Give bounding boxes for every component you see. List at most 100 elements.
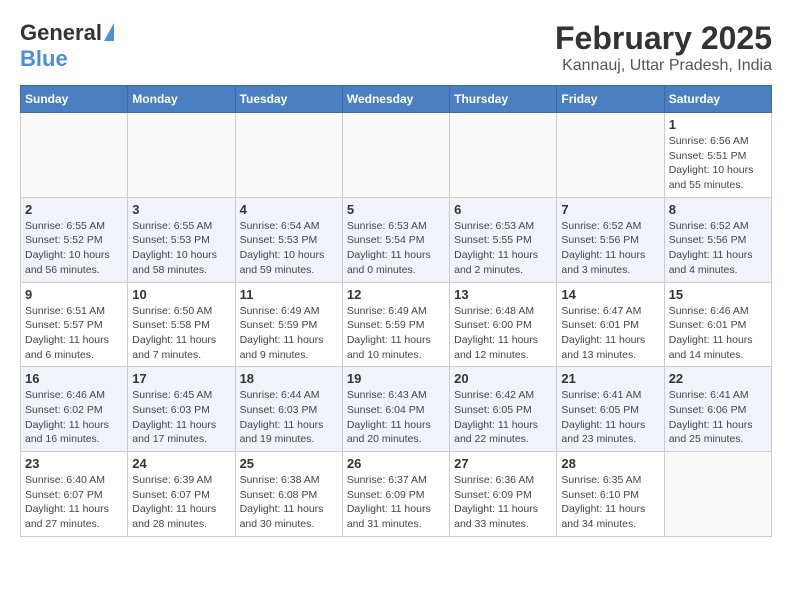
calendar-cell: 21 Sunrise: 6:41 AM Sunset: 6:05 PM Dayli… [557, 367, 664, 452]
day-info: Sunrise: 6:37 AM Sunset: 6:09 PM Dayligh… [347, 473, 445, 532]
day-number: 9 [25, 287, 123, 302]
day-of-week-sunday: Sunday [21, 86, 128, 113]
day-info: Sunrise: 6:46 AM Sunset: 6:01 PM Dayligh… [669, 304, 767, 363]
day-info: Sunrise: 6:54 AM Sunset: 5:53 PM Dayligh… [240, 219, 338, 278]
day-number: 2 [25, 202, 123, 217]
day-number: 7 [561, 202, 659, 217]
calendar-cell: 6 Sunrise: 6:53 AM Sunset: 5:55 PM Daylig… [450, 197, 557, 282]
calendar-week-row: 2 Sunrise: 6:55 AM Sunset: 5:52 PM Daylig… [21, 197, 772, 282]
calendar-cell: 8 Sunrise: 6:52 AM Sunset: 5:56 PM Daylig… [664, 197, 771, 282]
day-info: Sunrise: 6:55 AM Sunset: 5:53 PM Dayligh… [132, 219, 230, 278]
day-of-week-monday: Monday [128, 86, 235, 113]
title-area: February 2025 Kannauj, Uttar Pradesh, In… [555, 20, 772, 75]
calendar-cell: 20 Sunrise: 6:42 AM Sunset: 6:05 PM Dayli… [450, 367, 557, 452]
calendar-header-row: SundayMondayTuesdayWednesdayThursdayFrid… [21, 86, 772, 113]
day-number: 17 [132, 371, 230, 386]
day-number: 25 [240, 456, 338, 471]
day-info: Sunrise: 6:46 AM Sunset: 6:02 PM Dayligh… [25, 388, 123, 447]
day-of-week-wednesday: Wednesday [342, 86, 449, 113]
calendar-cell: 9 Sunrise: 6:51 AM Sunset: 5:57 PM Daylig… [21, 282, 128, 367]
calendar-cell [450, 113, 557, 198]
calendar-cell: 1Sunrise: 6:56 AM Sunset: 5:51 PM Daylig… [664, 113, 771, 198]
day-number: 10 [132, 287, 230, 302]
logo-general-text: General [20, 20, 102, 46]
calendar-cell [128, 113, 235, 198]
day-number: 3 [132, 202, 230, 217]
calendar-table: SundayMondayTuesdayWednesdayThursdayFrid… [20, 85, 772, 537]
calendar-cell: 14Sunrise: 6:47 AM Sunset: 6:01 PM Dayli… [557, 282, 664, 367]
calendar-week-row: 16 Sunrise: 6:46 AM Sunset: 6:02 PM Dayli… [21, 367, 772, 452]
day-number: 26 [347, 456, 445, 471]
day-info: Sunrise: 6:45 AM Sunset: 6:03 PM Dayligh… [132, 388, 230, 447]
day-number: 18 [240, 371, 338, 386]
day-info: Sunrise: 6:51 AM Sunset: 5:57 PM Dayligh… [25, 304, 123, 363]
day-info: Sunrise: 6:41 AM Sunset: 6:06 PM Dayligh… [669, 388, 767, 447]
day-info: Sunrise: 6:53 AM Sunset: 5:54 PM Dayligh… [347, 219, 445, 278]
day-info: Sunrise: 6:49 AM Sunset: 5:59 PM Dayligh… [240, 304, 338, 363]
calendar-cell: 10Sunrise: 6:50 AM Sunset: 5:58 PM Dayli… [128, 282, 235, 367]
calendar-cell: 25 Sunrise: 6:38 AM Sunset: 6:08 PM Dayli… [235, 452, 342, 537]
day-number: 19 [347, 371, 445, 386]
day-number: 5 [347, 202, 445, 217]
day-info: Sunrise: 6:41 AM Sunset: 6:05 PM Dayligh… [561, 388, 659, 447]
day-info: Sunrise: 6:52 AM Sunset: 5:56 PM Dayligh… [561, 219, 659, 278]
day-number: 23 [25, 456, 123, 471]
day-number: 28 [561, 456, 659, 471]
day-number: 21 [561, 371, 659, 386]
calendar-cell [664, 452, 771, 537]
calendar-cell: 28Sunrise: 6:35 AM Sunset: 6:10 PM Dayli… [557, 452, 664, 537]
logo-blue-text: Blue [20, 46, 68, 72]
month-title: February 2025 [555, 20, 772, 57]
calendar-cell: 2 Sunrise: 6:55 AM Sunset: 5:52 PM Daylig… [21, 197, 128, 282]
location-text: Kannauj, Uttar Pradesh, India [555, 57, 772, 75]
day-info: Sunrise: 6:38 AM Sunset: 6:08 PM Dayligh… [240, 473, 338, 532]
logo-triangle-icon [104, 23, 114, 41]
day-info: Sunrise: 6:48 AM Sunset: 6:00 PM Dayligh… [454, 304, 552, 363]
page-header: General Blue February 2025 Kannauj, Utta… [20, 20, 772, 75]
day-info: Sunrise: 6:49 AM Sunset: 5:59 PM Dayligh… [347, 304, 445, 363]
day-info: Sunrise: 6:55 AM Sunset: 5:52 PM Dayligh… [25, 219, 123, 278]
day-info: Sunrise: 6:52 AM Sunset: 5:56 PM Dayligh… [669, 219, 767, 278]
day-info: Sunrise: 6:53 AM Sunset: 5:55 PM Dayligh… [454, 219, 552, 278]
day-number: 13 [454, 287, 552, 302]
logo: General Blue [20, 20, 114, 72]
calendar-cell: 15 Sunrise: 6:46 AM Sunset: 6:01 PM Dayli… [664, 282, 771, 367]
day-number: 22 [669, 371, 767, 386]
day-number: 24 [132, 456, 230, 471]
day-of-week-tuesday: Tuesday [235, 86, 342, 113]
day-number: 8 [669, 202, 767, 217]
calendar-cell: 12 Sunrise: 6:49 AM Sunset: 5:59 PM Dayli… [342, 282, 449, 367]
day-of-week-friday: Friday [557, 86, 664, 113]
day-number: 15 [669, 287, 767, 302]
calendar-cell [235, 113, 342, 198]
calendar-cell: 16 Sunrise: 6:46 AM Sunset: 6:02 PM Dayli… [21, 367, 128, 452]
calendar-cell [557, 113, 664, 198]
day-info: Sunrise: 6:43 AM Sunset: 6:04 PM Dayligh… [347, 388, 445, 447]
day-number: 11 [240, 287, 338, 302]
calendar-cell: 26 Sunrise: 6:37 AM Sunset: 6:09 PM Dayli… [342, 452, 449, 537]
day-number: 20 [454, 371, 552, 386]
calendar-cell: 5 Sunrise: 6:53 AM Sunset: 5:54 PM Daylig… [342, 197, 449, 282]
calendar-cell: 24 Sunrise: 6:39 AM Sunset: 6:07 PM Dayli… [128, 452, 235, 537]
day-number: 16 [25, 371, 123, 386]
day-number: 1 [669, 117, 767, 132]
day-info: Sunrise: 6:44 AM Sunset: 6:03 PM Dayligh… [240, 388, 338, 447]
day-info: Sunrise: 6:40 AM Sunset: 6:07 PM Dayligh… [25, 473, 123, 532]
calendar-cell: 18 Sunrise: 6:44 AM Sunset: 6:03 PM Dayli… [235, 367, 342, 452]
calendar-week-row: 1Sunrise: 6:56 AM Sunset: 5:51 PM Daylig… [21, 113, 772, 198]
calendar-week-row: 9 Sunrise: 6:51 AM Sunset: 5:57 PM Daylig… [21, 282, 772, 367]
day-info: Sunrise: 6:42 AM Sunset: 6:05 PM Dayligh… [454, 388, 552, 447]
day-of-week-thursday: Thursday [450, 86, 557, 113]
day-info: Sunrise: 6:39 AM Sunset: 6:07 PM Dayligh… [132, 473, 230, 532]
calendar-cell: 22 Sunrise: 6:41 AM Sunset: 6:06 PM Dayli… [664, 367, 771, 452]
day-number: 4 [240, 202, 338, 217]
calendar-cell [21, 113, 128, 198]
day-number: 6 [454, 202, 552, 217]
calendar-cell: 7 Sunrise: 6:52 AM Sunset: 5:56 PM Daylig… [557, 197, 664, 282]
day-number: 12 [347, 287, 445, 302]
day-info: Sunrise: 6:36 AM Sunset: 6:09 PM Dayligh… [454, 473, 552, 532]
calendar-cell: 27Sunrise: 6:36 AM Sunset: 6:09 PM Dayli… [450, 452, 557, 537]
calendar-cell: 19 Sunrise: 6:43 AM Sunset: 6:04 PM Dayli… [342, 367, 449, 452]
calendar-cell: 13 Sunrise: 6:48 AM Sunset: 6:00 PM Dayli… [450, 282, 557, 367]
calendar-cell: 3 Sunrise: 6:55 AM Sunset: 5:53 PM Daylig… [128, 197, 235, 282]
